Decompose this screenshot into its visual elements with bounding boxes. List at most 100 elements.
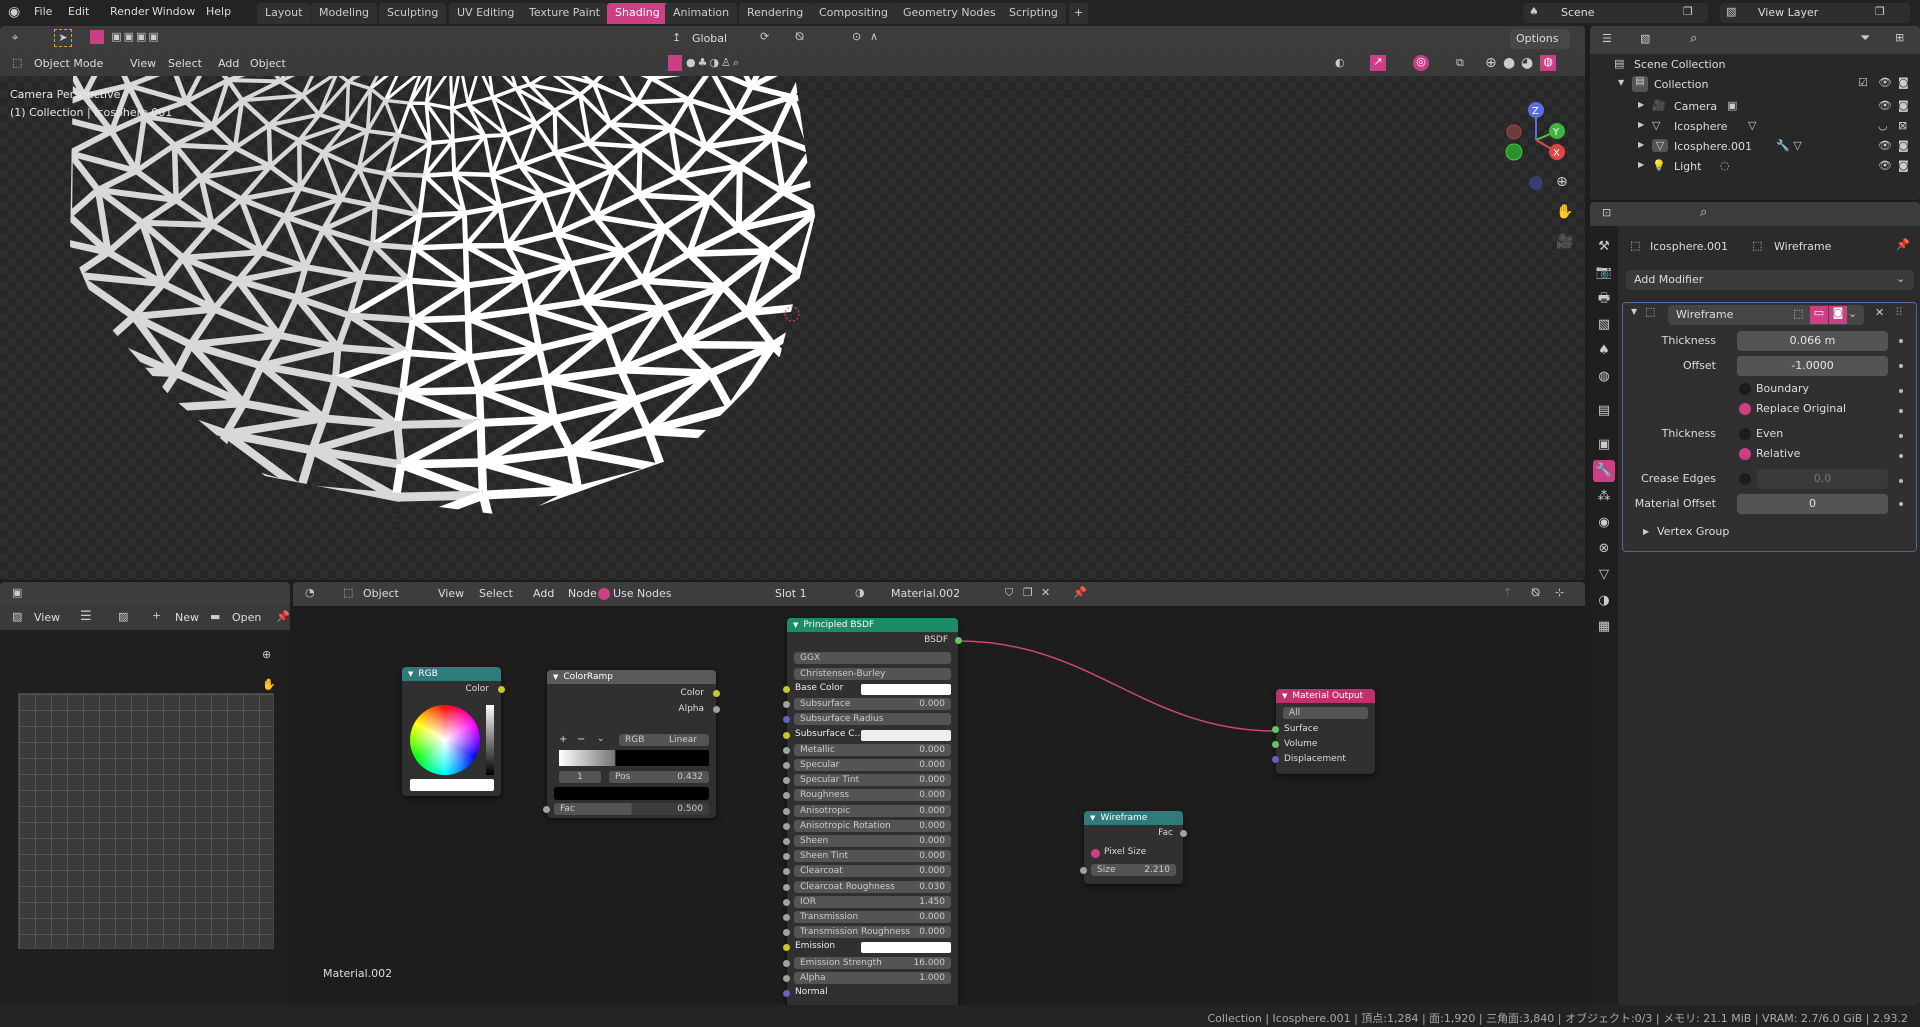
alpha-socket[interactable] bbox=[783, 975, 790, 982]
zoom-icon[interactable]: ⊕ bbox=[1556, 174, 1568, 190]
pan-hand-icon[interactable]: ✋ bbox=[262, 678, 276, 691]
new-collection-icon[interactable]: ⊞ bbox=[1895, 31, 1904, 44]
outliner-item-icosphere-001[interactable]: ▶▽Icosphere.001🔧 ▽👁◙ bbox=[1590, 138, 1920, 158]
material-shading-icon[interactable]: ◕ bbox=[1521, 55, 1533, 71]
keyframe-dot[interactable] bbox=[1899, 479, 1903, 483]
sheen-socket[interactable] bbox=[783, 838, 790, 845]
shader-node-editor[interactable]: ◔ ⬚ Object ViewSelectAddNode Use Nodes S… bbox=[293, 582, 1585, 1005]
render-camera-icon[interactable]: ⊠ bbox=[1898, 119, 1907, 132]
clearcoat-socket[interactable] bbox=[783, 868, 790, 875]
browse-image-icon[interactable]: ▨ bbox=[118, 610, 128, 623]
object-data-icon[interactable]: ◌ bbox=[1720, 159, 1730, 172]
relative-checkbox[interactable] bbox=[1739, 448, 1751, 460]
pin-icon[interactable]: 📌 bbox=[276, 610, 290, 623]
edit-mode-toggle-icon[interactable]: ⬚ bbox=[1793, 307, 1803, 320]
node-header[interactable]: ▼Material Output bbox=[1276, 689, 1375, 703]
menu-select[interactable]: Select bbox=[168, 57, 202, 70]
select-mode-icons[interactable]: ▣▣▣▣ bbox=[108, 30, 164, 44]
roughness-field[interactable]: Roughness0.000 bbox=[794, 789, 951, 801]
render-camera-icon[interactable]: ◙ bbox=[1898, 159, 1909, 172]
xray-icon[interactable]: ⧉ bbox=[1456, 56, 1464, 70]
expand-arrow-icon[interactable]: ▶ bbox=[1638, 100, 1644, 109]
keyframe-dot[interactable] bbox=[1899, 339, 1903, 343]
menu-window[interactable]: Window bbox=[152, 5, 195, 18]
keyframe-dot[interactable] bbox=[1899, 434, 1903, 438]
anisotropic-field[interactable]: Anisotropic0.000 bbox=[794, 805, 951, 817]
fac-field[interactable]: Fac0.500 bbox=[554, 803, 709, 815]
color-output-socket[interactable] bbox=[498, 686, 505, 693]
filter-view-icon[interactable]: ▧ bbox=[1640, 32, 1650, 45]
subsurface-c-swatch[interactable] bbox=[861, 730, 951, 741]
navigation-gizmo[interactable]: Z Y X bbox=[1500, 90, 1580, 200]
zoom-icon[interactable]: ⊕ bbox=[262, 648, 271, 661]
alpha-field[interactable]: Alpha1.000 bbox=[794, 972, 951, 984]
color-mode-dropdown[interactable]: RGB bbox=[625, 734, 644, 746]
select-new-icon[interactable] bbox=[90, 30, 104, 44]
collapse-arrow-icon[interactable]: ▼ bbox=[1631, 307, 1637, 316]
blender-logo-icon[interactable]: ◉ bbox=[8, 4, 20, 20]
tab-scripting[interactable]: Scripting bbox=[1001, 3, 1066, 24]
rgb-node[interactable]: ▼RGBColor bbox=[402, 667, 501, 796]
physics-icon[interactable]: ◉ bbox=[1593, 512, 1615, 534]
hamburger-menu-icon[interactable]: ☰ bbox=[80, 609, 92, 624]
ior-socket[interactable] bbox=[783, 899, 790, 906]
collapse-arrow-icon[interactable]: ▼ bbox=[553, 673, 558, 681]
outliner-item-camera[interactable]: ▶🎥Camera▣👁◙ bbox=[1590, 98, 1920, 118]
new-image-button[interactable]: New bbox=[175, 611, 199, 624]
options-dropdown[interactable]: Options bbox=[1510, 29, 1570, 49]
display-mode-icon[interactable]: ☰ bbox=[1602, 32, 1612, 45]
particles-icon[interactable]: ⁂ bbox=[1593, 486, 1615, 508]
anisotropic-socket[interactable] bbox=[783, 808, 790, 815]
orientation-dropdown[interactable]: Global bbox=[692, 32, 727, 45]
vertex-group-subpanel[interactable]: Vertex Group bbox=[1657, 525, 1729, 538]
tab-uv-editing[interactable]: UV Editing bbox=[449, 3, 522, 24]
offset-field[interactable]: -1.0000 bbox=[1737, 356, 1888, 376]
ramp-menu-chevron-icon[interactable]: ⌄ bbox=[597, 734, 605, 744]
eye-icon[interactable]: 👁 bbox=[1878, 159, 1892, 172]
material-offset-field[interactable]: 0 bbox=[1737, 494, 1888, 514]
roughness-socket[interactable] bbox=[783, 792, 790, 799]
node-header[interactable]: ▼Wireframe bbox=[1084, 811, 1183, 825]
eye-icon[interactable]: 👁 bbox=[1878, 76, 1892, 89]
select-tool-icon[interactable]: ➤ bbox=[54, 29, 72, 47]
modifier-icon[interactable]: 🔧 bbox=[1593, 460, 1615, 482]
mode-dropdown[interactable]: Object Mode bbox=[34, 57, 103, 70]
node-header[interactable]: ▼ColorRamp bbox=[547, 670, 716, 684]
texture-icon[interactable]: ▦ bbox=[1593, 616, 1615, 638]
filter-icon[interactable]: ⏷ bbox=[1860, 31, 1870, 46]
solid-shading-icon[interactable]: ● bbox=[1503, 55, 1515, 71]
emission-socket[interactable] bbox=[783, 944, 790, 951]
object-data-icon[interactable]: ▽ bbox=[1748, 119, 1756, 132]
subsurface-field[interactable]: Subsurface0.000 bbox=[794, 698, 951, 710]
distribution-dropdown[interactable]: GGX bbox=[794, 652, 951, 664]
object-data-icon[interactable]: ▣ bbox=[1727, 99, 1737, 112]
node-header[interactable]: ▼Principled BSDF bbox=[787, 618, 958, 632]
menu-edit[interactable]: Edit bbox=[68, 5, 89, 18]
material-output-node[interactable]: ▼Material OutputAllSurfaceVolumeDisplace… bbox=[1276, 689, 1375, 774]
editor-type-icon[interactable]: ▣ bbox=[12, 586, 22, 599]
render-camera-icon[interactable]: ◙ bbox=[1898, 139, 1909, 152]
search-icon[interactable]: ⌕ bbox=[1690, 31, 1697, 46]
transmission-roughness-socket[interactable] bbox=[783, 929, 790, 936]
size-field[interactable]: Size2.210 bbox=[1091, 864, 1176, 876]
specular-tint-field[interactable]: Specular Tint0.000 bbox=[794, 774, 951, 786]
menu-view[interactable]: View bbox=[130, 57, 156, 70]
duplicate-icon[interactable]: ❐ bbox=[1683, 5, 1693, 18]
alpha-output-socket[interactable] bbox=[713, 706, 720, 713]
subsurface-socket[interactable] bbox=[783, 701, 790, 708]
clearcoat-roughness-socket[interactable] bbox=[783, 884, 790, 891]
fac-input-socket[interactable] bbox=[543, 806, 550, 813]
active-stop-index[interactable]: 1 bbox=[559, 771, 601, 783]
subsurface-c-socket[interactable] bbox=[783, 732, 790, 739]
object-data-icon[interactable]: 🔧 ▽ bbox=[1776, 139, 1802, 152]
collection-icon[interactable]: ▤ bbox=[1593, 400, 1615, 422]
render-icon[interactable]: 📷 bbox=[1593, 262, 1615, 284]
proportional-edit-icon[interactable]: ⊙ bbox=[852, 30, 861, 43]
anisotropic-rotation-socket[interactable] bbox=[783, 823, 790, 830]
camera-view-icon[interactable]: 🎥 bbox=[1556, 234, 1573, 250]
keyframe-dot[interactable] bbox=[1899, 364, 1903, 368]
pivot-icon[interactable]: ⟳ bbox=[760, 30, 769, 43]
collection-label[interactable]: Collection bbox=[1654, 78, 1708, 91]
add-stop-button[interactable]: + bbox=[559, 734, 567, 745]
uv-grid[interactable] bbox=[18, 693, 274, 949]
